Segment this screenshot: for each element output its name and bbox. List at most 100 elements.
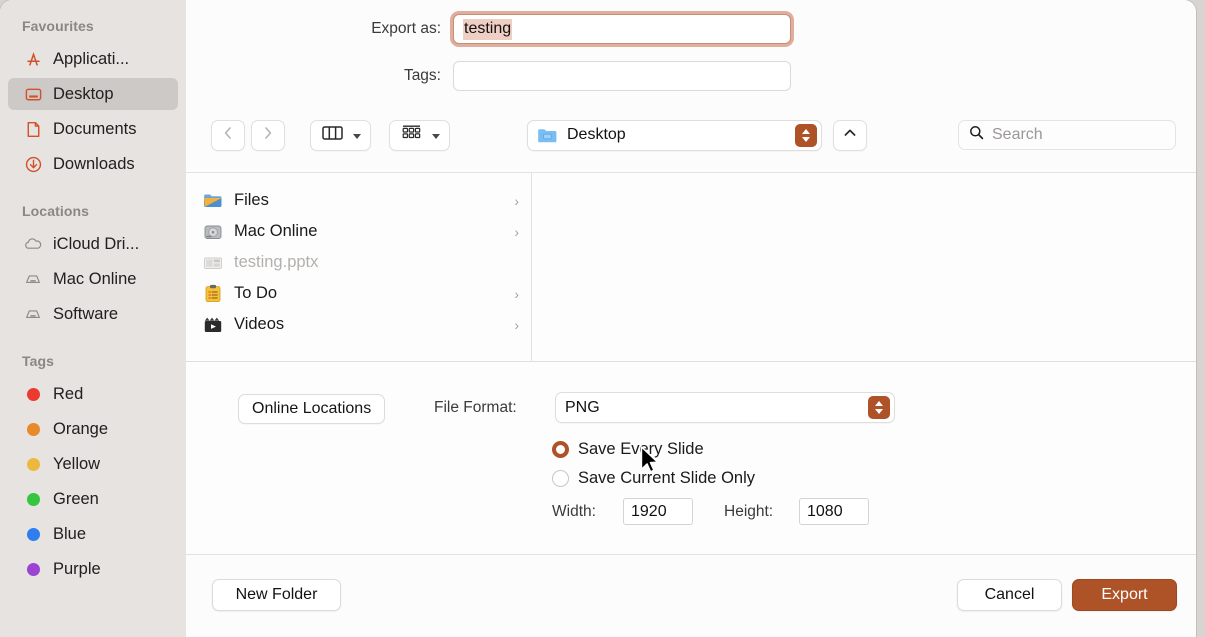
file-format-value: PNG xyxy=(565,398,600,416)
chevron-right-icon xyxy=(262,126,274,145)
radio-label: Save Current Slide Only xyxy=(578,469,755,487)
applications-icon xyxy=(22,49,44,69)
sidebar-item-label: Mac Online xyxy=(53,269,137,288)
presentation-file-icon xyxy=(202,253,224,273)
sidebar-item-label: Documents xyxy=(53,119,137,138)
search-field[interactable]: Search xyxy=(958,120,1176,150)
icloud-icon xyxy=(22,234,44,254)
sidebar-tag-green[interactable]: Green xyxy=(8,483,178,515)
file-label: Files xyxy=(234,191,269,209)
file-format-label: File Format: xyxy=(434,399,517,416)
new-folder-button[interactable]: New Folder xyxy=(212,579,341,611)
sidebar-item-label: Applicati... xyxy=(53,49,130,68)
sidebar-item-mac-online[interactable]: Mac Online xyxy=(8,263,178,295)
folder-icon xyxy=(537,127,558,144)
chevron-right-icon: › xyxy=(514,223,519,240)
sidebar-item-software[interactable]: Software xyxy=(8,298,178,330)
disk-icon xyxy=(22,304,44,324)
downloads-icon xyxy=(22,154,44,174)
folder-icon xyxy=(202,191,224,211)
tags-row: Tags: xyxy=(341,61,791,91)
document-icon xyxy=(22,119,44,139)
file-browser: Files › Mac Online › testing.pptx To Do … xyxy=(186,172,1196,362)
sidebar-tag-blue[interactable]: Blue xyxy=(8,518,178,550)
sidebar-item-label: Orange xyxy=(53,419,109,438)
chevron-up-icon xyxy=(843,126,857,144)
up-directory-button[interactable] xyxy=(833,119,867,151)
file-browser-column-2[interactable] xyxy=(532,173,1196,361)
sidebar-tag-purple[interactable]: Purple xyxy=(8,553,178,585)
export-options: Online Locations File Format: PNG Save E… xyxy=(186,362,1196,554)
sidebar-item-label: Green xyxy=(53,489,99,508)
location-popup-button[interactable]: Desktop xyxy=(527,119,822,151)
sidebar-item-label: Purple xyxy=(53,559,101,578)
sidebar-item-documents[interactable]: Documents xyxy=(8,113,178,145)
sidebar-tag-orange[interactable]: Orange xyxy=(8,413,178,445)
width-input[interactable]: 1920 xyxy=(623,498,693,525)
radio-save-every-slide[interactable]: Save Every Slide xyxy=(552,440,704,459)
height-label: Height: xyxy=(724,503,774,520)
tags-input[interactable] xyxy=(453,61,791,91)
back-button[interactable] xyxy=(211,119,245,151)
chevron-right-icon: › xyxy=(514,316,519,333)
radio-button-selected-icon xyxy=(552,441,569,458)
clapperboard-icon xyxy=(202,315,224,335)
clipboard-icon xyxy=(202,284,224,304)
view-mode-button[interactable] xyxy=(310,119,371,151)
tag-dot-icon xyxy=(22,384,44,404)
file-label: Videos xyxy=(234,315,285,333)
chevron-right-icon: › xyxy=(514,285,519,302)
sidebar-section-locations-title: Locations xyxy=(22,203,90,219)
list-item[interactable]: Mac Online › xyxy=(186,216,531,247)
sidebar-tag-red[interactable]: Red xyxy=(8,378,178,410)
chevron-left-icon xyxy=(222,126,234,145)
export-button[interactable]: Export xyxy=(1072,579,1177,611)
chevron-down-icon xyxy=(353,133,361,139)
hard-drive-icon xyxy=(202,222,224,242)
sidebar-item-label: Blue xyxy=(53,524,87,543)
search-icon xyxy=(969,125,984,145)
popup-stepper-icon xyxy=(868,396,890,419)
file-label: Mac Online xyxy=(234,222,318,240)
height-input[interactable]: 1080 xyxy=(799,498,869,525)
width-label: Width: xyxy=(552,503,596,520)
list-item[interactable]: To Do › xyxy=(186,278,531,309)
export-dialog: Favourites Applicati... Desktop Document… xyxy=(0,0,1196,637)
file-label: To Do xyxy=(234,284,278,302)
browser-toolbar: Desktop Search xyxy=(186,114,1196,156)
export-as-row: Export as: testing xyxy=(341,14,791,44)
list-item[interactable]: testing.pptx xyxy=(186,247,531,278)
sidebar-item-desktop[interactable]: Desktop xyxy=(8,78,178,110)
desktop-icon xyxy=(22,84,44,104)
screen: Favourites Applicati... Desktop Document… xyxy=(0,0,1205,637)
sidebar-section-tags-title: Tags xyxy=(22,353,55,369)
forward-button[interactable] xyxy=(251,119,285,151)
sidebar-item-applications[interactable]: Applicati... xyxy=(8,43,178,75)
sidebar-tag-yellow[interactable]: Yellow xyxy=(8,448,178,480)
nav-buttons xyxy=(211,119,285,151)
tag-dot-icon xyxy=(22,559,44,579)
sidebar-item-label: Downloads xyxy=(53,154,135,173)
tag-dot-icon xyxy=(22,489,44,509)
export-as-input[interactable]: testing xyxy=(453,14,791,44)
search-input[interactable]: Search xyxy=(992,126,1043,144)
tag-dot-icon xyxy=(22,524,44,544)
tags-label: Tags: xyxy=(403,67,441,84)
sidebar-item-label: Desktop xyxy=(53,84,114,103)
column-view-icon xyxy=(322,125,343,146)
cancel-button[interactable]: Cancel xyxy=(957,579,1062,611)
tag-dot-icon xyxy=(22,419,44,439)
sidebar-item-downloads[interactable]: Downloads xyxy=(8,148,178,180)
radio-save-current-slide-only[interactable]: Save Current Slide Only xyxy=(552,469,755,488)
export-as-value: testing xyxy=(463,18,513,40)
tag-dot-icon xyxy=(22,454,44,474)
file-format-popup-button[interactable]: PNG xyxy=(555,392,895,423)
export-as-label: Export as: xyxy=(371,20,441,37)
sidebar-item-icloud-drive[interactable]: iCloud Dri... xyxy=(8,228,178,260)
online-locations-button[interactable]: Online Locations xyxy=(238,394,386,424)
list-item[interactable]: Videos › xyxy=(186,309,531,340)
dialog-footer: New Folder Cancel Export xyxy=(186,554,1196,637)
list-item[interactable]: Files › xyxy=(186,185,531,216)
file-browser-column-1[interactable]: Files › Mac Online › testing.pptx To Do … xyxy=(186,173,532,361)
group-by-button[interactable] xyxy=(389,119,450,151)
